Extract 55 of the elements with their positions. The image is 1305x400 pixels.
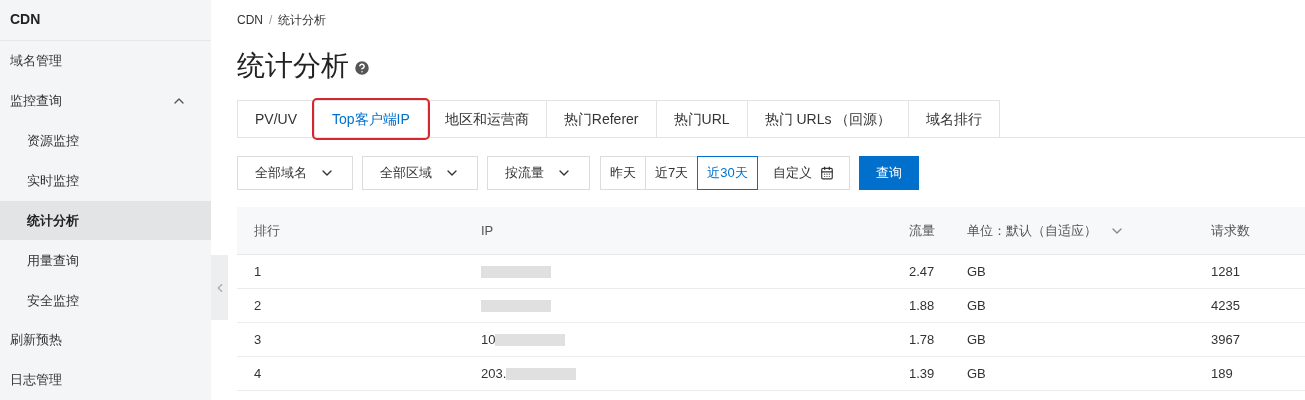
help-icon[interactable]	[353, 59, 371, 77]
sidebar-item[interactable]: 实时监控	[0, 160, 211, 201]
table-cell-text: 1.78	[909, 330, 936, 349]
table-cell-text: 10	[481, 330, 496, 349]
table-cell-text: 1.88	[909, 296, 936, 315]
redacted-ip-blur	[495, 333, 566, 346]
tab[interactable]: 域名排行	[908, 100, 1001, 138]
query-button[interactable]: 查询	[858, 156, 919, 190]
sidebar-item[interactable]: 监控查询	[0, 80, 211, 121]
custom-range-button[interactable]: 自定义	[757, 156, 850, 190]
table-cell-text: 189	[1211, 364, 1234, 383]
table-cell-text: GB	[967, 364, 987, 383]
sidebar-item[interactable]: 资源监控	[0, 120, 211, 161]
sidebar-item[interactable]: 刷新预热	[0, 320, 211, 361]
table-cell-text: GB	[967, 330, 987, 349]
column-header: 流量	[909, 221, 936, 240]
breadcrumb-separator: /	[269, 12, 273, 29]
column-header: IP	[481, 221, 495, 240]
table-cell-text: 203.	[481, 364, 507, 383]
sidebar-item[interactable]: 域名管理	[0, 40, 211, 81]
breadcrumb-item: 统计分析	[278, 12, 327, 29]
page-title: 统计分析	[237, 49, 349, 83]
tab[interactable]: Top客户端IP	[314, 100, 428, 138]
table-cell-text: GB	[967, 262, 987, 281]
table-cell-text: 4235	[1211, 296, 1241, 315]
filter-dropdown[interactable]: 按流量	[487, 156, 590, 190]
filter-dropdown[interactable]: 全部域名	[237, 156, 353, 190]
collapse-handle[interactable]	[211, 255, 228, 320]
redacted-ip-blur	[481, 265, 551, 278]
table-cell-text: 3	[253, 330, 263, 349]
table-cell-text: 2.47	[909, 262, 936, 281]
table-cell-text: 1.39	[909, 364, 936, 383]
table-cell-text: 3967	[1211, 330, 1241, 349]
table-cell-text: GB	[967, 296, 987, 315]
filter-dropdown[interactable]: 全部区域	[362, 156, 478, 190]
calendar-icon	[819, 166, 834, 180]
column-header: 排行	[253, 221, 281, 240]
column-header[interactable]: 单位：默认（自适应）	[967, 220, 1211, 241]
sidebar-item[interactable]: 安全监控	[0, 280, 211, 321]
redacted-ip-blur	[506, 367, 577, 380]
redacted-ip-blur	[481, 299, 551, 312]
sidebar-item[interactable]: 日志管理	[0, 360, 211, 400]
tab[interactable]: PV/UV	[237, 100, 315, 138]
column-header: 请求数	[1211, 221, 1251, 240]
table-cell-text: 2	[253, 296, 263, 315]
date-range-button[interactable]: 昨天	[600, 156, 646, 190]
sidebar-item[interactable]: 用量查询	[0, 240, 211, 281]
table-cell-text: 1281	[1211, 262, 1241, 281]
date-range-button[interactable]: 近30天	[697, 156, 758, 190]
breadcrumb-item[interactable]: CDN	[237, 11, 263, 29]
date-range-button[interactable]: 近7天	[645, 156, 699, 190]
table-cell-text: 4	[253, 364, 263, 383]
sidebar-title: CDN	[10, 10, 41, 30]
table-cell-text: 1	[253, 262, 263, 281]
sidebar-item[interactable]: 统计分析	[0, 200, 211, 241]
